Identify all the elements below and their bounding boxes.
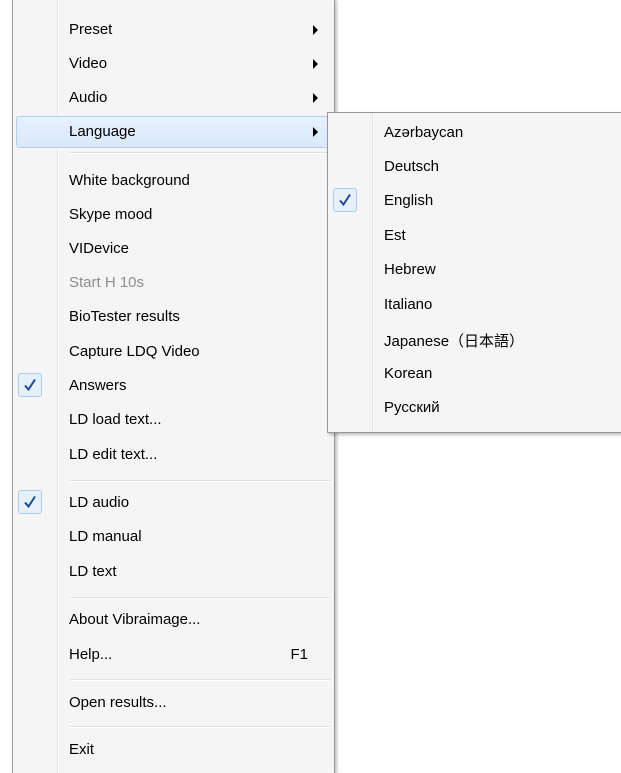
menu-item-ld-edit-text[interactable]: LD edit text... (16, 439, 331, 471)
menu-item-label: LD load text... (69, 411, 162, 428)
menu-separator (70, 726, 330, 728)
menu-item-label: LD text (69, 563, 117, 580)
menu-item-label: Open results... (69, 694, 167, 711)
menu-item-label: English (384, 192, 434, 209)
menu-item-label: BioTester results (69, 308, 180, 325)
menu-item-label: Deutsch (384, 158, 440, 175)
menu-item-exit[interactable]: Exit (16, 734, 331, 766)
menu-item-audio[interactable]: Audio (16, 82, 331, 114)
language-item-italiano[interactable]: Italiano (331, 289, 621, 321)
language-item-russian[interactable]: Русский (331, 392, 621, 424)
menu-separator (70, 597, 330, 599)
language-item-est[interactable]: Est (331, 220, 621, 252)
language-item-deutsch[interactable]: Deutsch (331, 151, 621, 183)
context-menu: Preset Video Audio Language White backgr… (12, 0, 335, 773)
menu-item-label: Italiano (384, 296, 433, 313)
menu-item-label: Est (384, 227, 406, 244)
menu-item-label: Hebrew (384, 261, 436, 278)
menu-item-video[interactable]: Video (16, 48, 331, 80)
menu-item-about[interactable]: About Vibraimage... (16, 604, 331, 636)
language-item-azerbaycan[interactable]: Azərbaycan (331, 117, 621, 149)
menu-item-label: VIDevice (69, 240, 130, 257)
menu-item-white-background[interactable]: White background (16, 165, 331, 197)
menu-item-label: Preset (69, 21, 113, 38)
menu-item-help[interactable]: Help... F1 (16, 639, 331, 671)
menu-item-capture-ldq-video[interactable]: Capture LDQ Video (16, 336, 331, 368)
submenu-arrow-icon (313, 127, 318, 137)
language-item-english[interactable]: English (331, 185, 621, 217)
menu-item-label: Русский (384, 399, 440, 416)
menu-item-videvice[interactable]: VIDevice (16, 233, 331, 265)
submenu-arrow-icon (313, 25, 318, 35)
menu-item-label: LD manual (69, 528, 142, 545)
menu-item-ld-audio[interactable]: LD audio (16, 487, 331, 519)
language-submenu: Azərbaycan Deutsch English Est Hebrew It… (327, 112, 621, 433)
menu-item-label: LD edit text... (69, 446, 158, 463)
shortcut-key: F1 (290, 646, 308, 663)
menu-item-label: Video (69, 55, 108, 72)
checkmark-icon (18, 373, 42, 397)
menu-item-label: Korean (384, 365, 433, 382)
menu-item-label: About Vibraimage... (69, 611, 201, 628)
checkmark-icon (333, 188, 357, 212)
checkmark-icon (18, 490, 42, 514)
menu-item-label: Japanese（日本語） (384, 333, 525, 350)
menu-separator (70, 679, 330, 681)
menu-item-label: Help... (69, 646, 113, 663)
menu-item-label: Audio (69, 89, 108, 106)
menu-item-start-h: Start H 10s (16, 267, 331, 299)
menu-separator (70, 152, 330, 154)
language-item-hebrew[interactable]: Hebrew (331, 254, 621, 286)
menu-item-biotester-results[interactable]: BioTester results (16, 301, 331, 333)
menu-separator (70, 480, 330, 482)
menu-item-label: LD audio (69, 494, 130, 511)
language-item-japanese[interactable]: Japanese（日本語） (331, 323, 621, 355)
menu-item-ld-text[interactable]: LD text (16, 556, 331, 588)
menu-item-open-results[interactable]: Open results... (16, 687, 331, 719)
menu-item-preset[interactable]: Preset (16, 14, 331, 46)
menu-item-answers[interactable]: Answers (16, 370, 331, 402)
menu-item-label: Answers (69, 377, 127, 394)
menu-item-label: Language (69, 123, 136, 140)
menu-item-label: Azərbaycan (384, 124, 464, 141)
menu-item-label: Skype mood (69, 206, 153, 223)
menu-item-skype-mood[interactable]: Skype mood (16, 199, 331, 231)
menu-item-ld-load-text[interactable]: LD load text... (16, 404, 331, 436)
menu-item-label: Capture LDQ Video (69, 343, 200, 360)
submenu-arrow-icon (313, 93, 318, 103)
menu-item-label: Exit (69, 741, 95, 758)
menu-item-label: White background (69, 172, 190, 189)
language-item-korean[interactable]: Korean (331, 358, 621, 390)
menu-item-label: Start H 10s (69, 274, 145, 291)
submenu-arrow-icon (313, 59, 318, 69)
menu-item-ld-manual[interactable]: LD manual (16, 521, 331, 553)
menu-item-language[interactable]: Language (16, 116, 331, 148)
